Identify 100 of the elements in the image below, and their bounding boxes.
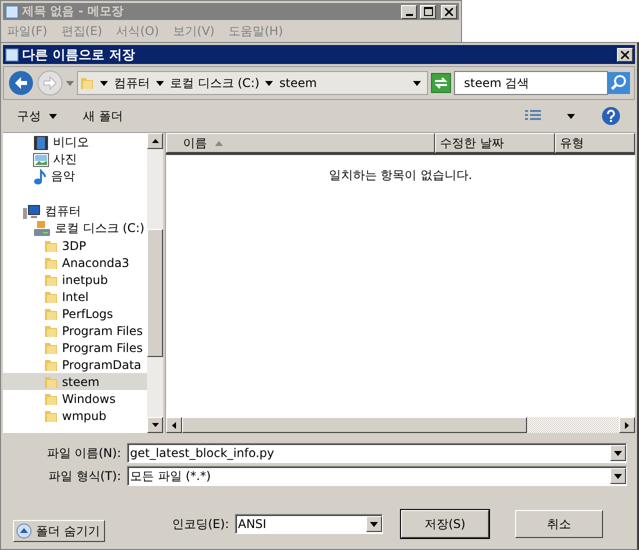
tree-item-label: Windows bbox=[62, 392, 116, 406]
caret-icon bbox=[156, 80, 164, 86]
breadcrumb[interactable]: 로컬 디스크 (C:) bbox=[156, 74, 260, 92]
picture-icon bbox=[33, 152, 49, 166]
search-field[interactable]: steem 검색 bbox=[454, 71, 608, 95]
tree-item[interactable]: Anaconda3 bbox=[3, 254, 147, 271]
save-button[interactable]: 저장(S) bbox=[401, 510, 489, 538]
notepad-icon bbox=[5, 4, 19, 18]
tree-item[interactable]: Windows bbox=[3, 390, 147, 407]
scrollbar[interactable] bbox=[147, 133, 163, 433]
column-header[interactable]: 수정한 날짜 bbox=[435, 133, 555, 153]
hide-folders-button[interactable]: 폴더 숨기기 bbox=[13, 520, 105, 542]
tree-item-label: Program Files bbox=[62, 340, 143, 354]
folder-icon bbox=[44, 408, 58, 422]
tree-item[interactable]: PerfLogs bbox=[3, 305, 147, 322]
caret-icon bbox=[66, 80, 74, 86]
caret-icon bbox=[100, 80, 108, 86]
field-label: 파일 이름(N): bbox=[46, 444, 121, 462]
toolbar-button[interactable]: 새 폴더 bbox=[83, 108, 123, 124]
cancel-button[interactable]: 취소 bbox=[515, 510, 603, 538]
close-button[interactable] bbox=[441, 4, 457, 18]
tree-item[interactable]: Program Files bbox=[3, 339, 147, 356]
close-button[interactable] bbox=[617, 48, 633, 62]
folder-icon bbox=[44, 290, 58, 304]
folder-icon bbox=[44, 392, 58, 406]
file-type-dropdown[interactable]: 모든 파일 (*.*) bbox=[127, 466, 627, 486]
tree-item[interactable]: 컴퓨터 bbox=[3, 203, 147, 220]
tree-item-label: steem bbox=[62, 374, 100, 388]
encoding-dropdown[interactable]: ANSI bbox=[235, 514, 383, 534]
tree-item[interactable]: wmpub bbox=[3, 407, 147, 424]
tree-item-label: 사진 bbox=[53, 151, 77, 168]
tree-item[interactable]: 음악 bbox=[3, 168, 147, 185]
back-button[interactable] bbox=[8, 70, 34, 96]
window-title: 제목 없음 - 메모장 bbox=[22, 3, 125, 20]
tree-item[interactable]: 사진 bbox=[3, 151, 147, 168]
tree-item-label: 로컬 디스크 (C:) bbox=[55, 220, 144, 237]
caret-icon bbox=[265, 80, 274, 86]
tree-item-label: 비디오 bbox=[53, 134, 89, 151]
tree-item-label: Intel bbox=[62, 290, 89, 304]
tree-item[interactable]: ProgramData bbox=[3, 356, 147, 373]
up-arrow-icon bbox=[152, 139, 158, 143]
tree-item-label: 음악 bbox=[51, 168, 75, 185]
computer-icon bbox=[23, 204, 41, 220]
caret-icon bbox=[567, 114, 575, 118]
film-icon bbox=[33, 134, 49, 150]
minimize-button[interactable] bbox=[401, 4, 417, 18]
folder-icon bbox=[80, 76, 94, 90]
column-header[interactable]: 이름 bbox=[166, 133, 435, 153]
tree-item-label: inetpub bbox=[62, 272, 108, 286]
music-note-icon bbox=[33, 168, 47, 184]
minimize-icon bbox=[406, 14, 412, 16]
refresh-button[interactable] bbox=[431, 73, 451, 93]
tree-item-label: PerfLogs bbox=[62, 306, 114, 320]
window-title: 다른 이름으로 저장 bbox=[22, 46, 136, 64]
close-icon bbox=[445, 8, 453, 16]
disk-drive-icon bbox=[33, 220, 51, 236]
field-label: 파일 형식(T): bbox=[47, 468, 121, 484]
field-label: 인코딩(E): bbox=[172, 516, 229, 532]
down-arrow-icon bbox=[152, 423, 158, 427]
view-options-icon[interactable] bbox=[525, 109, 541, 123]
tree-item-label: 3DP bbox=[62, 238, 86, 252]
empty-message: 일치하는 항목이 없습니다. bbox=[328, 167, 472, 184]
toolbar-button[interactable]: 구성 bbox=[17, 108, 57, 124]
address-bar[interactable]: 컴퓨터 로컬 디스크 (C:) steem bbox=[77, 71, 428, 95]
help-icon[interactable] bbox=[601, 106, 621, 126]
tree-item[interactable]: inetpub bbox=[3, 271, 147, 288]
tree-item-label: Program Files bbox=[62, 324, 143, 338]
left-arrow-icon bbox=[172, 422, 176, 428]
folder-icon bbox=[44, 340, 58, 354]
tree-item[interactable]: Program Files bbox=[3, 322, 147, 339]
tree-item-label: Anaconda3 bbox=[62, 256, 130, 270]
tree-item[interactable]: 3DP bbox=[3, 237, 147, 254]
folder-icon bbox=[44, 324, 58, 338]
search-icon[interactable] bbox=[608, 72, 630, 94]
caret-icon bbox=[49, 114, 57, 118]
close-icon bbox=[621, 50, 629, 58]
tree-item-label: wmpub bbox=[62, 408, 106, 422]
right-arrow-icon bbox=[625, 422, 629, 428]
caret-icon bbox=[413, 80, 421, 86]
tree-item[interactable]: 로컬 디스크 (C:) bbox=[3, 220, 147, 237]
maximize-button[interactable] bbox=[420, 4, 436, 18]
tree-item-label: 컴퓨터 bbox=[45, 203, 81, 220]
tree-item[interactable]: steem bbox=[3, 373, 147, 390]
column-header[interactable]: 유형 bbox=[555, 133, 635, 153]
tree-item-label: ProgramData bbox=[62, 358, 142, 372]
tree-item[interactable]: 비디오 bbox=[3, 134, 147, 151]
breadcrumb[interactable]: 컴퓨터 bbox=[100, 74, 150, 92]
caret-icon bbox=[370, 522, 378, 526]
notepad-icon bbox=[5, 48, 19, 62]
folder-icon bbox=[44, 272, 58, 286]
tree-item[interactable]: Intel bbox=[3, 288, 147, 305]
caret-icon bbox=[614, 474, 622, 478]
scrollbar[interactable] bbox=[166, 417, 635, 433]
folder-icon bbox=[44, 374, 58, 388]
file-name-field[interactable]: get_latest_block_info.py bbox=[127, 443, 627, 463]
caret-icon bbox=[614, 450, 622, 456]
folder-icon bbox=[44, 238, 58, 252]
breadcrumb[interactable]: steem bbox=[265, 76, 317, 90]
folder-icon bbox=[44, 358, 58, 372]
folder-icon bbox=[44, 256, 58, 270]
